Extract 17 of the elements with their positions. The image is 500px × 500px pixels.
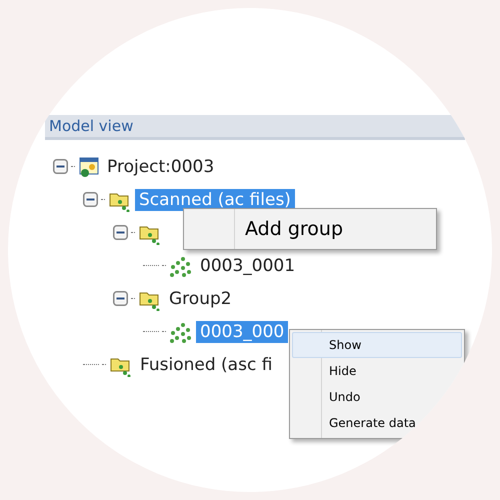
point-cloud-icon xyxy=(169,254,193,276)
tree-item-label[interactable]: Group2 xyxy=(165,288,236,310)
collapse-toggle[interactable] xyxy=(113,225,128,240)
tree-item-label[interactable]: 0003_0001 xyxy=(196,254,300,276)
menu-item[interactable]: Generate data xyxy=(292,410,462,436)
point-cloud-icon xyxy=(169,320,193,342)
collapse-toggle[interactable] xyxy=(53,159,68,174)
menu-item[interactable]: Hide xyxy=(292,358,462,384)
collapse-toggle[interactable] xyxy=(113,291,128,306)
tree-item-label[interactable]: Project:0003 xyxy=(103,156,218,178)
menu-item[interactable]: Undo xyxy=(292,384,462,410)
project-icon xyxy=(78,156,100,178)
collapse-toggle[interactable] xyxy=(83,192,98,207)
panel-title: Model view xyxy=(49,117,134,135)
menu-item[interactable]: Add group xyxy=(186,211,434,247)
tree-item-label[interactable]: Fusioned (asc fi xyxy=(136,354,276,376)
menu-item[interactable]: Show xyxy=(292,332,462,358)
